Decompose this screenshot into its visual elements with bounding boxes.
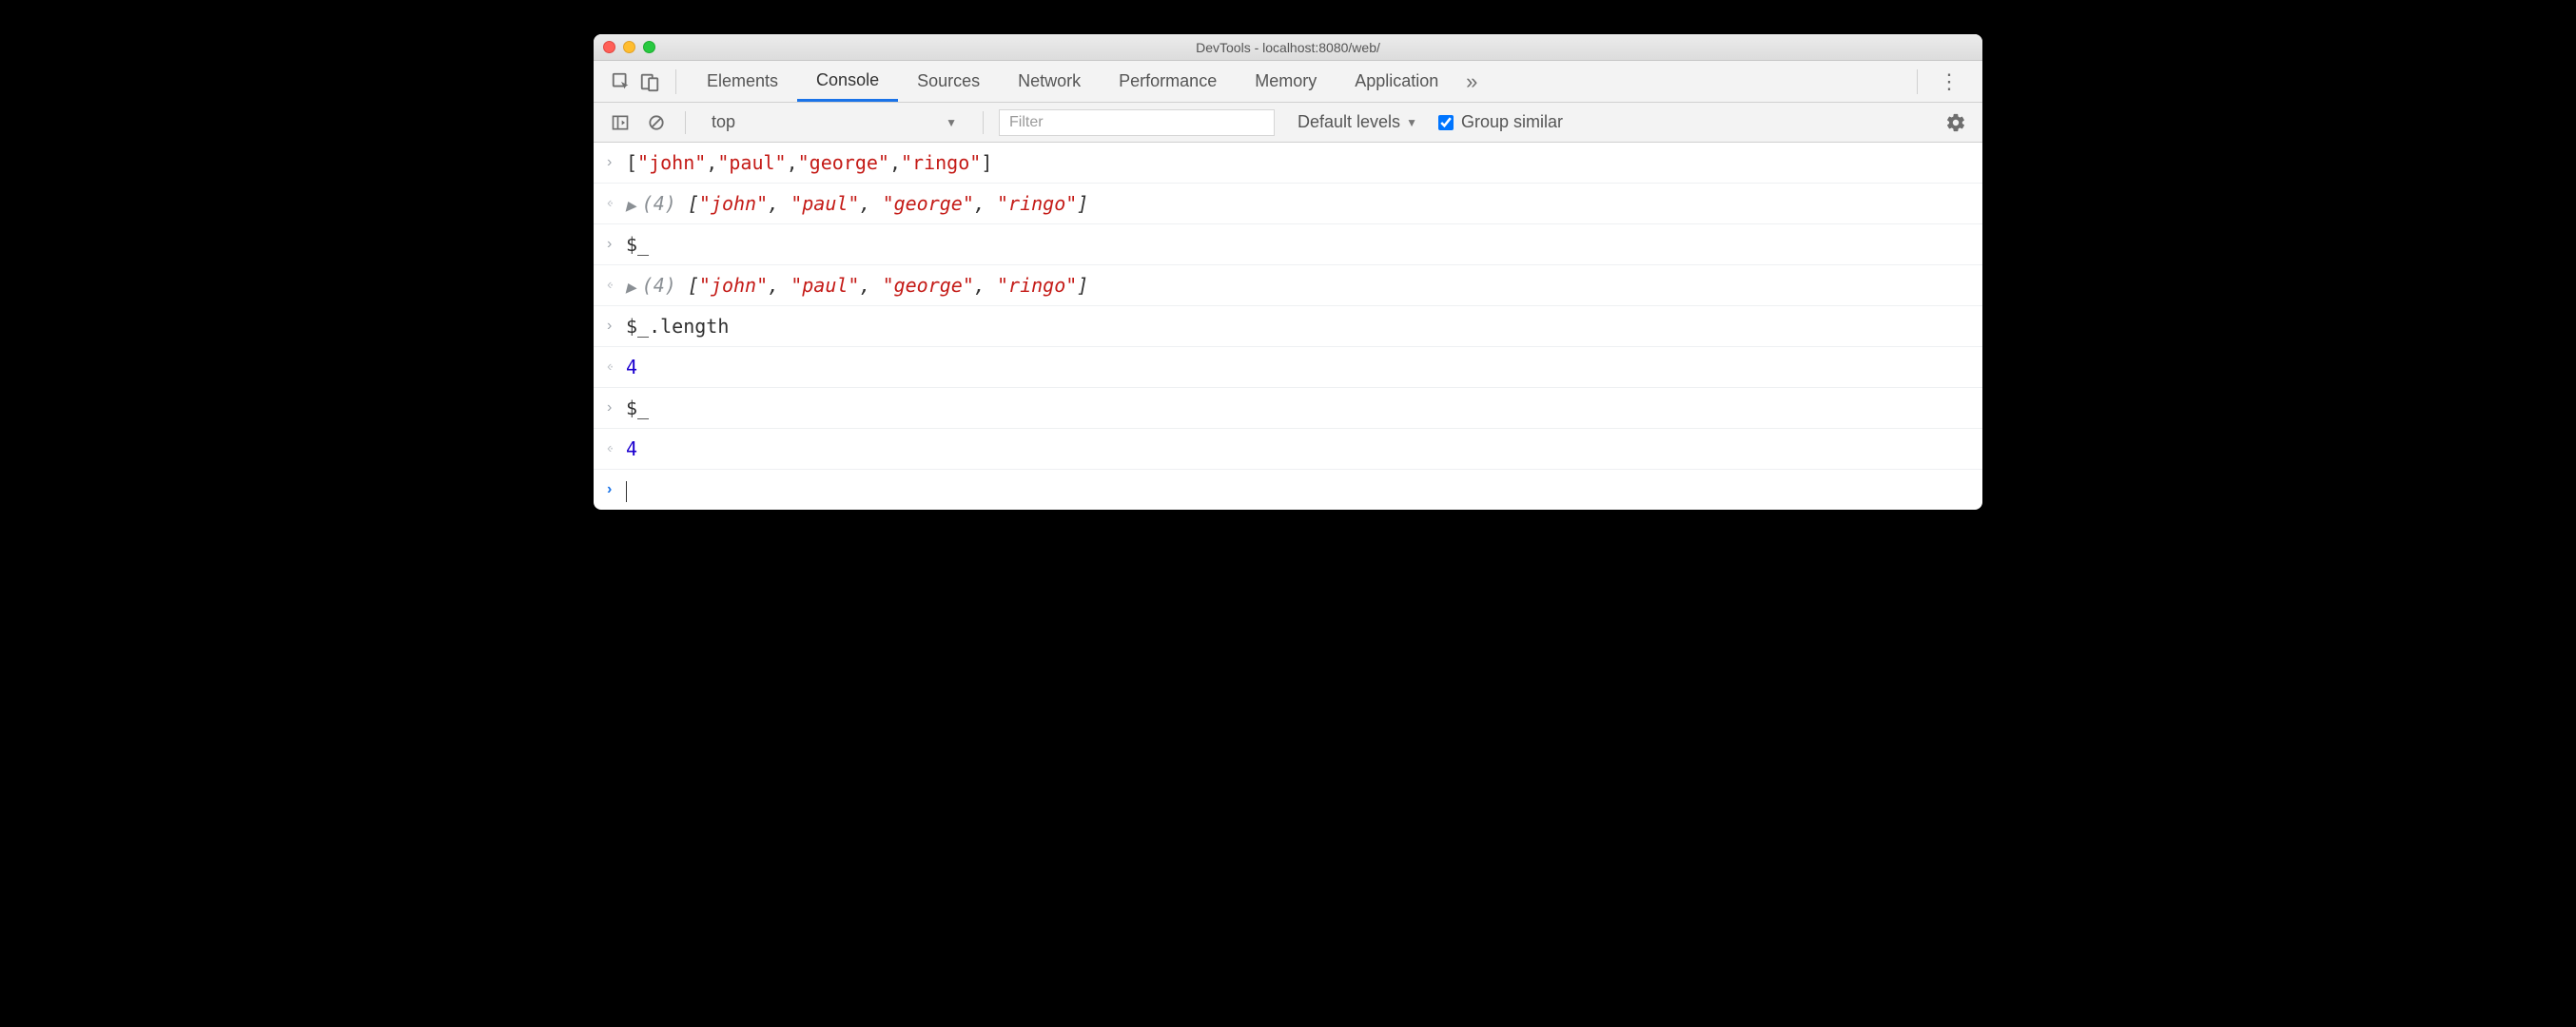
- console-text[interactable]: ▶ (4) ["john", "paul", "george", "ringo"…: [626, 267, 1969, 303]
- tab-elements[interactable]: Elements: [688, 61, 797, 102]
- context-selector[interactable]: top ▼: [701, 109, 967, 136]
- more-tabs-icon[interactable]: »: [1457, 68, 1486, 96]
- chevron-down-icon: ▼: [1406, 116, 1417, 129]
- console-output-line: ‹·▶ (4) ["john", "paul", "george", "ring…: [594, 265, 1982, 306]
- console-body[interactable]: ›["john","paul","george","ringo"]‹·▶ (4)…: [594, 143, 1982, 510]
- divider: [675, 69, 676, 94]
- tab-network[interactable]: Network: [999, 61, 1100, 102]
- devtools-window: DevTools - localhost:8080/web/ ElementsC…: [594, 34, 1982, 510]
- expand-object-icon[interactable]: ▶: [626, 280, 640, 295]
- tab-application[interactable]: Application: [1336, 61, 1457, 102]
- output-marker-icon: ‹·: [607, 431, 626, 463]
- input-marker-icon: ›: [607, 145, 626, 177]
- console-toolbar: top ▼ Default levels ▼ Group similar: [594, 103, 1982, 143]
- console-text[interactable]: 4: [626, 431, 1969, 467]
- input-marker-icon: ›: [607, 308, 626, 340]
- tab-memory[interactable]: Memory: [1236, 61, 1336, 102]
- tab-sources[interactable]: Sources: [898, 61, 999, 102]
- inspect-element-icon[interactable]: [607, 68, 635, 96]
- console-text[interactable]: $_: [626, 226, 1969, 262]
- console-text[interactable]: ["john","paul","george","ringo"]: [626, 145, 1969, 181]
- console-output-line: ‹·4: [594, 347, 1982, 388]
- console-text[interactable]: $_.length: [626, 308, 1969, 344]
- devtools-menu-icon[interactable]: ⋮: [1929, 69, 1969, 94]
- tab-console[interactable]: Console: [797, 61, 898, 102]
- window-controls: [603, 34, 655, 60]
- divider: [983, 111, 984, 134]
- group-similar-label: Group similar: [1461, 112, 1563, 132]
- device-toolbar-icon[interactable]: [635, 68, 664, 96]
- titlebar: DevTools - localhost:8080/web/: [594, 34, 1982, 61]
- console-output-line: ‹·▶ (4) ["john", "paul", "george", "ring…: [594, 184, 1982, 224]
- close-window-button[interactable]: [603, 41, 615, 53]
- group-similar-checkbox[interactable]: [1438, 115, 1454, 130]
- console-prompt-line[interactable]: ›: [594, 470, 1982, 510]
- output-marker-icon: ‹·: [607, 185, 626, 218]
- divider: [685, 111, 686, 134]
- divider: [1917, 69, 1918, 94]
- input-marker-icon: ›: [607, 390, 626, 422]
- console-output-line: ‹·4: [594, 429, 1982, 470]
- window-title: DevTools - localhost:8080/web/: [1196, 40, 1380, 55]
- console-text[interactable]: 4: [626, 349, 1969, 385]
- prompt-marker-icon: ›: [607, 472, 626, 504]
- console-input-line: ›$_: [594, 388, 1982, 429]
- group-similar-toggle[interactable]: Group similar: [1438, 112, 1563, 132]
- console-text[interactable]: ▶ (4) ["john", "paul", "george", "ringo"…: [626, 185, 1969, 222]
- console-input-line: ›$_.length: [594, 306, 1982, 347]
- console-input-line: ›$_: [594, 224, 1982, 265]
- context-selector-label: top: [712, 112, 735, 132]
- log-levels-label: Default levels: [1298, 112, 1400, 132]
- filter-input[interactable]: [999, 109, 1275, 136]
- console-settings-icon[interactable]: [1942, 109, 1969, 136]
- console-text[interactable]: $_: [626, 390, 1969, 426]
- output-marker-icon: ‹·: [607, 267, 626, 300]
- chevron-down-icon: ▼: [946, 116, 957, 129]
- console-input-line: ›["john","paul","george","ringo"]: [594, 143, 1982, 184]
- clear-console-icon[interactable]: [643, 109, 670, 136]
- log-levels-selector[interactable]: Default levels ▼: [1298, 112, 1417, 132]
- tab-performance[interactable]: Performance: [1100, 61, 1236, 102]
- toggle-sidebar-icon[interactable]: [607, 109, 634, 136]
- minimize-window-button[interactable]: [623, 41, 635, 53]
- expand-object-icon[interactable]: ▶: [626, 198, 640, 213]
- maximize-window-button[interactable]: [643, 41, 655, 53]
- input-marker-icon: ›: [607, 226, 626, 259]
- console-input[interactable]: [626, 472, 1969, 508]
- output-marker-icon: ‹·: [607, 349, 626, 381]
- panel-tabbar: ElementsConsoleSourcesNetworkPerformance…: [594, 61, 1982, 103]
